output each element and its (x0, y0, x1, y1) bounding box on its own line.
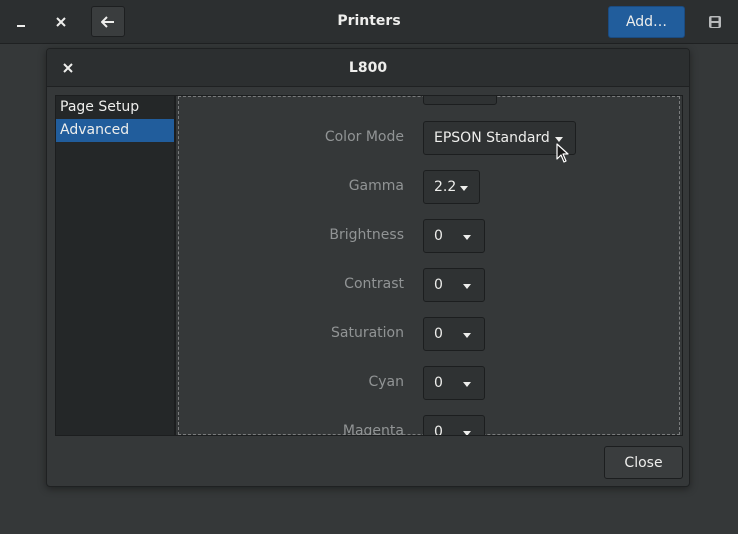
chevron-down-icon (463, 284, 471, 289)
chevron-down-icon (460, 186, 468, 191)
setting-row-brightness: Brightness 0 (176, 219, 682, 253)
magenta-value: 0 (434, 424, 443, 436)
chevron-down-icon (463, 235, 471, 240)
setting-row-gamma: Gamma 2.2 (176, 170, 682, 204)
color-mode-value: EPSON Standard (434, 130, 550, 146)
sidebar-item-page-setup[interactable]: Page Setup (56, 96, 174, 119)
setting-row-cyan: Cyan 0 (176, 366, 682, 400)
saturation-label: Saturation (331, 325, 404, 341)
gamma-label: Gamma (348, 178, 404, 194)
brightness-label: Brightness (329, 227, 404, 243)
saturation-value: 0 (434, 326, 443, 342)
dialog-title: L800 (348, 60, 388, 76)
close-button[interactable]: Close (604, 446, 683, 479)
chevron-down-icon (463, 333, 471, 338)
setting-row-color-mode: Color Mode EPSON Standard (176, 121, 682, 155)
gamma-value: 2.2 (434, 179, 457, 195)
gamma-dropdown[interactable]: 2.2 (423, 170, 480, 204)
saturation-dropdown[interactable]: 0 (423, 317, 485, 351)
save-icon (709, 16, 721, 28)
cyan-label: Cyan (368, 374, 404, 390)
contrast-dropdown[interactable]: 0 (423, 268, 485, 302)
magenta-dropdown[interactable]: 0 (423, 415, 485, 436)
magenta-label: Magenta (342, 423, 404, 436)
close-icon (56, 17, 66, 27)
chevron-down-icon (555, 137, 563, 142)
advanced-options-panel[interactable]: Color Mode EPSON Standard Gamma 2.2 Brig… (175, 95, 683, 436)
setting-row-magenta: Magenta 0 (176, 415, 682, 436)
cyan-value: 0 (434, 375, 443, 391)
dialog-close-button[interactable] (55, 54, 81, 82)
close-icon (63, 63, 73, 73)
dialog-header-bar: L800 (47, 49, 689, 87)
printer-options-dialog: L800 Page Setup Advanced Color Mode EPSO… (46, 48, 690, 487)
back-button[interactable] (91, 6, 125, 37)
minimize-icon (17, 25, 25, 27)
setting-row-saturation: Saturation 0 (176, 317, 682, 351)
options-sidebar: Page Setup Advanced (55, 95, 175, 436)
chevron-down-icon (463, 431, 471, 435)
minimize-button[interactable] (6, 7, 36, 37)
window-close-button[interactable] (46, 7, 76, 37)
add-printer-button[interactable]: Add… (608, 6, 685, 38)
contrast-value: 0 (434, 277, 443, 293)
printers-header-bar: Printers Add… (0, 0, 738, 44)
partially-visible-combo[interactable] (423, 96, 497, 105)
brightness-dropdown[interactable]: 0 (423, 219, 485, 253)
color-mode-dropdown[interactable]: EPSON Standard (423, 121, 576, 155)
color-mode-label: Color Mode (324, 129, 404, 145)
sidebar-item-advanced[interactable]: Advanced (56, 119, 174, 142)
setting-row-contrast: Contrast 0 (176, 268, 682, 302)
save-button[interactable] (700, 7, 730, 37)
cyan-dropdown[interactable]: 0 (423, 366, 485, 400)
brightness-value: 0 (434, 228, 443, 244)
contrast-label: Contrast (344, 276, 404, 292)
chevron-down-icon (463, 382, 471, 387)
back-arrow-icon (101, 15, 114, 28)
